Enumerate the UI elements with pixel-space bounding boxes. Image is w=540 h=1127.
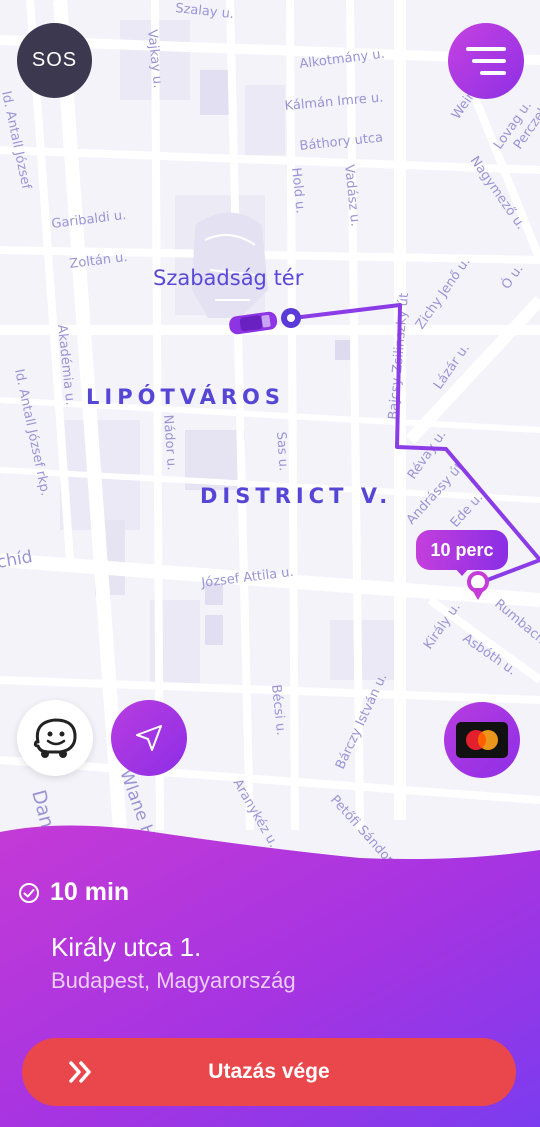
destination-city: Budapest, Magyarország — [51, 968, 296, 993]
destination-address: Király utca 1. — [51, 932, 202, 962]
waze-icon — [33, 718, 77, 758]
eta-row: 10 min — [18, 878, 129, 907]
district-label: DISTRICT V. — [200, 484, 392, 508]
eta-bubble: 10 perc — [416, 530, 508, 570]
payment-button[interactable] — [444, 702, 520, 778]
menu-button[interactable] — [448, 23, 524, 99]
sos-button[interactable]: SOS — [17, 23, 92, 98]
end-trip-button[interactable]: Utazás vége — [22, 1038, 516, 1106]
street-label: Sas u. — [273, 431, 291, 471]
navigation-arrow-icon — [136, 725, 162, 751]
check-circle-icon — [19, 882, 39, 903]
mastercard-icon — [456, 722, 508, 758]
waze-button[interactable] — [17, 700, 93, 776]
place-label: Szabadság tér — [153, 266, 304, 290]
menu-icon — [466, 47, 506, 75]
eta-bubble-tail — [453, 566, 471, 576]
eta-text: 10 min — [50, 878, 130, 906]
navigate-button[interactable] — [111, 700, 187, 776]
district-label: LIPÓTVÁROS — [86, 384, 285, 409]
end-trip-label: Utazás vége — [208, 1060, 330, 1083]
double-chevron-right-icon — [69, 1061, 91, 1083]
